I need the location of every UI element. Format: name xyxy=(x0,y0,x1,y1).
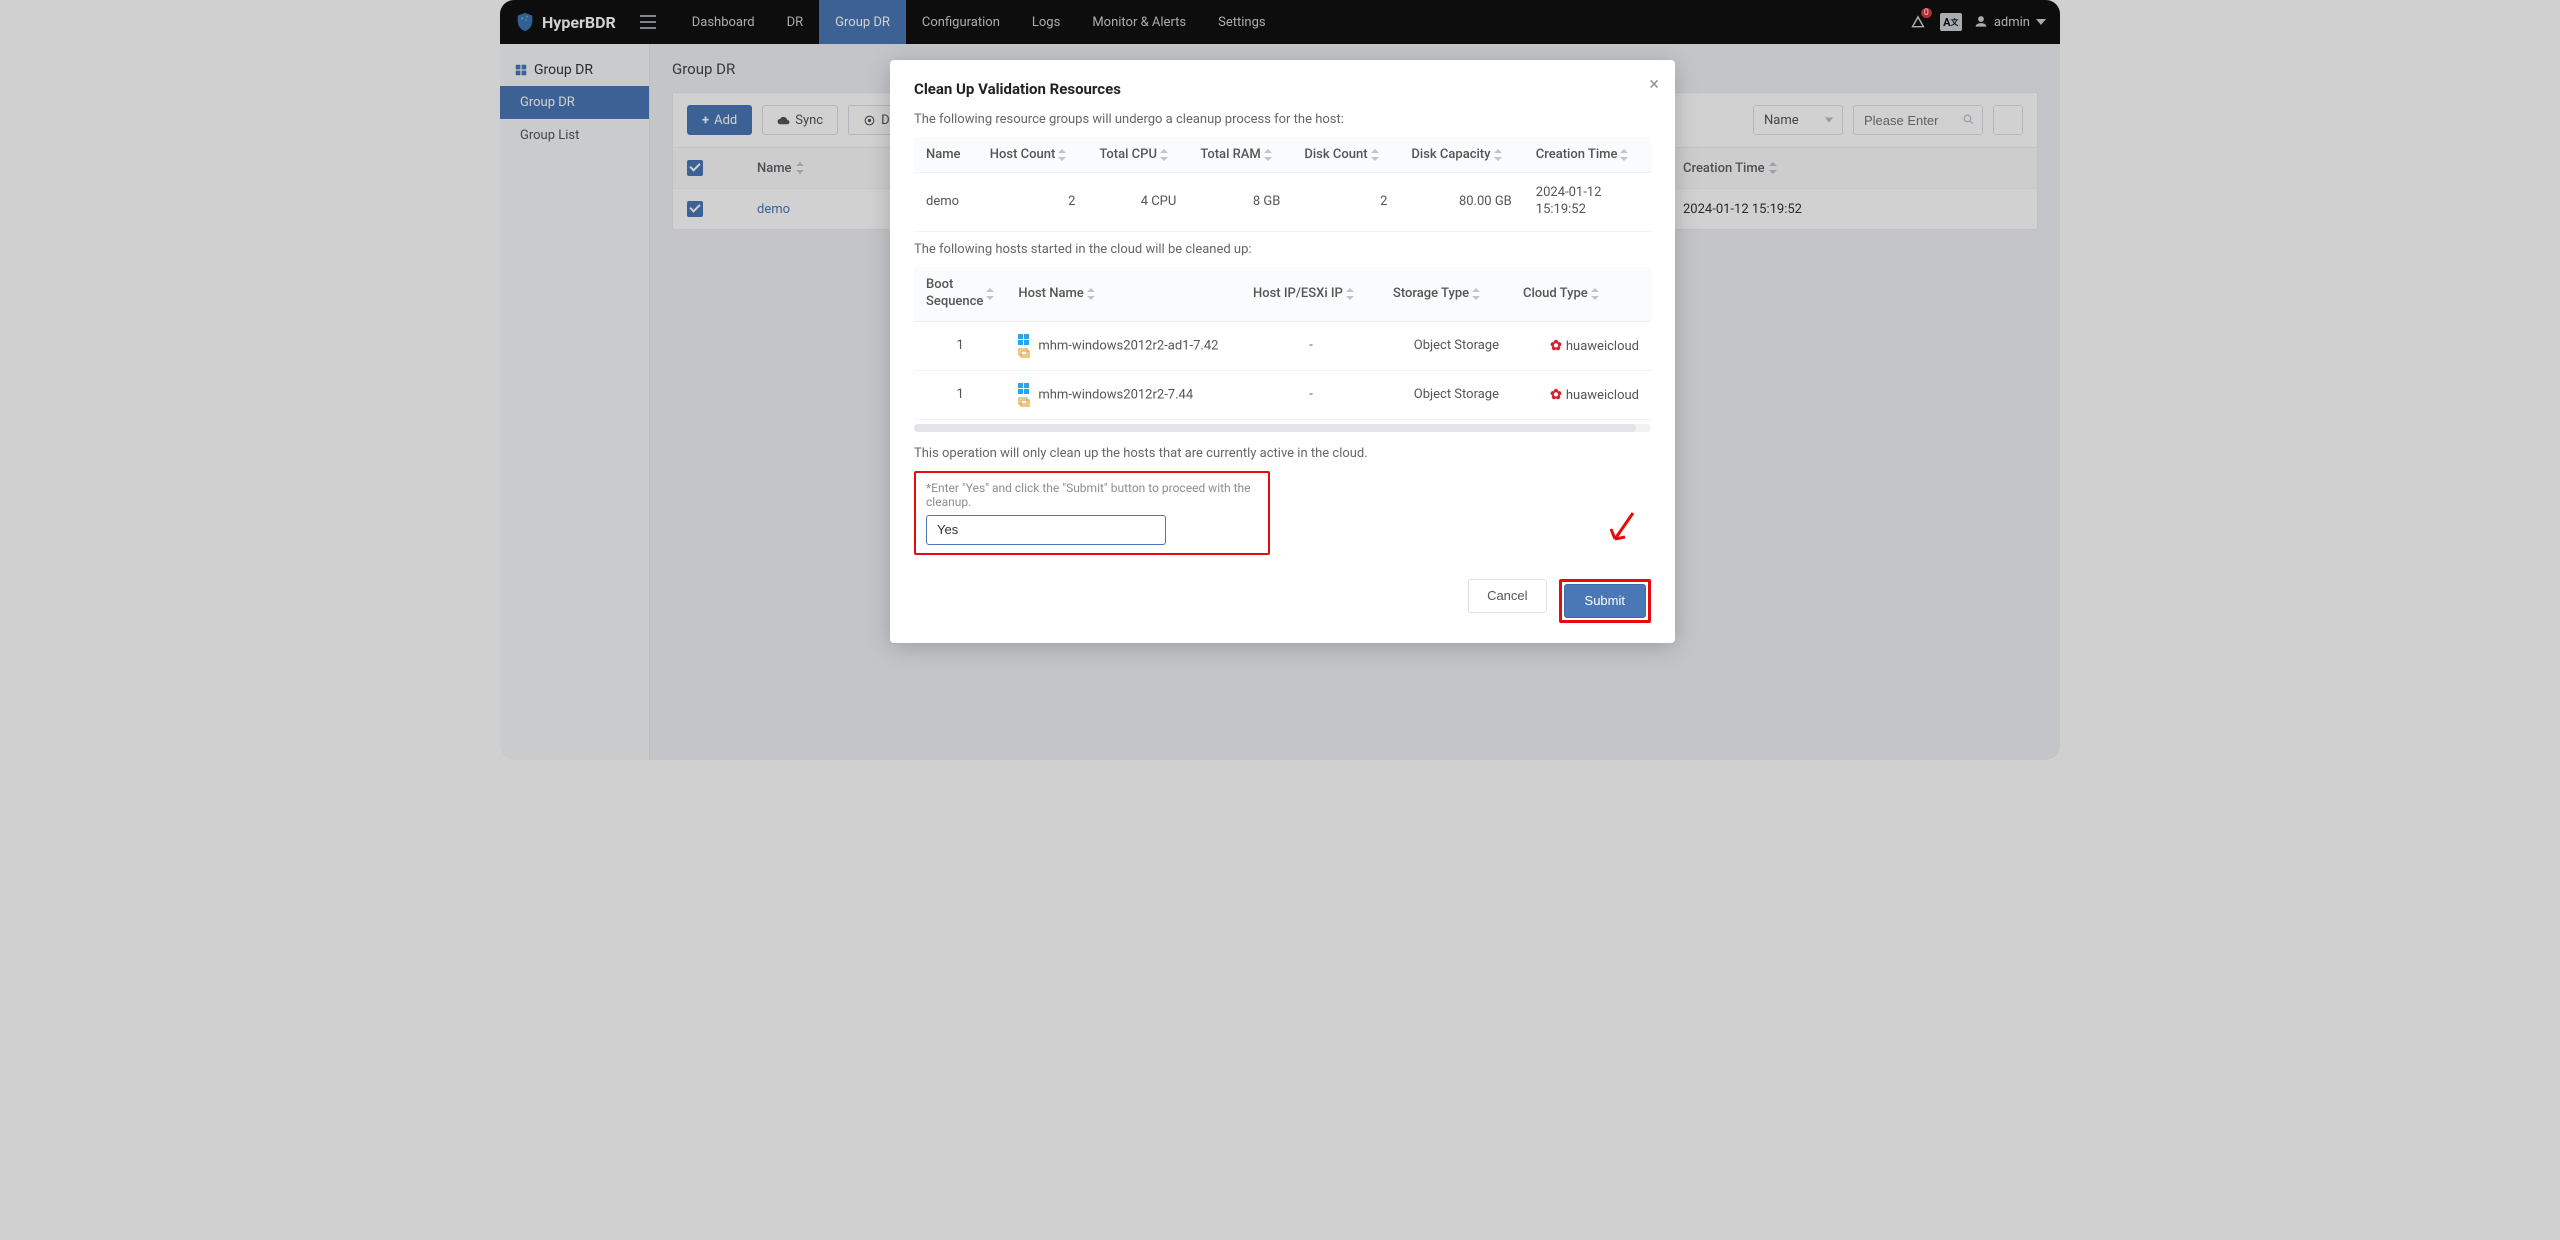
cancel-button[interactable]: Cancel xyxy=(1468,579,1546,613)
th-host-count[interactable]: Host Count xyxy=(978,137,1088,173)
th-cloud-type[interactable]: Cloud Type xyxy=(1511,267,1651,321)
submit-button[interactable]: Submit xyxy=(1564,584,1646,618)
th-host-name[interactable]: Host Name xyxy=(1006,267,1241,321)
huawei-icon: ✿ xyxy=(1550,387,1562,403)
confirm-hint: *Enter "Yes" and click the "Submit" butt… xyxy=(926,481,1258,509)
horizontal-scrollbar[interactable] xyxy=(914,424,1651,432)
modal-intro-2: The following hosts started in the cloud… xyxy=(914,242,1651,257)
th-boot-seq[interactable]: BootSequence xyxy=(914,267,1006,321)
modal-title: Clean Up Validation Resources xyxy=(914,80,1651,98)
cleanup-modal: × Clean Up Validation Resources The foll… xyxy=(890,60,1675,643)
groups-table: Name Host Count Total CPU Total RAM Disk… xyxy=(914,137,1651,232)
th-storage-type[interactable]: Storage Type xyxy=(1381,267,1511,321)
hosts-row: 1mhm-windows2012r2-7.44-Object Storage✿h… xyxy=(914,370,1651,419)
th-disk-count-m[interactable]: Disk Count xyxy=(1292,137,1399,173)
windows-icon xyxy=(1018,334,1030,358)
confirm-input[interactable] xyxy=(926,515,1166,545)
stack-icon xyxy=(1018,348,1030,358)
th-total-ram[interactable]: Total RAM xyxy=(1188,137,1292,173)
th-creation-time-m[interactable]: Creation Time xyxy=(1524,137,1651,173)
th-total-cpu[interactable]: Total CPU xyxy=(1087,137,1188,173)
stack-icon xyxy=(1018,397,1030,407)
annotation-arrow-icon xyxy=(1609,511,1637,551)
th-name: Name xyxy=(914,137,978,173)
modal-note: This operation will only clean up the ho… xyxy=(914,446,1651,461)
windows-icon xyxy=(1018,383,1030,407)
hosts-table: BootSequence Host Name Host IP/ESXi IP S… xyxy=(914,267,1651,420)
confirm-highlight-box: *Enter "Yes" and click the "Submit" butt… xyxy=(914,471,1270,555)
th-disk-capacity-m[interactable]: Disk Capacity xyxy=(1399,137,1523,173)
hosts-row: 1mhm-windows2012r2-ad1-7.42-Object Stora… xyxy=(914,321,1651,370)
th-host-ip[interactable]: Host IP/ESXi IP xyxy=(1241,267,1381,321)
huawei-icon: ✿ xyxy=(1550,338,1562,354)
submit-highlight-box: Submit xyxy=(1559,579,1651,623)
close-icon[interactable]: × xyxy=(1649,76,1659,94)
modal-intro-1: The following resource groups will under… xyxy=(914,112,1651,127)
groups-row: demo 2 4 CPU 8 GB 2 80.00 GB 2024-01-121… xyxy=(914,173,1651,232)
